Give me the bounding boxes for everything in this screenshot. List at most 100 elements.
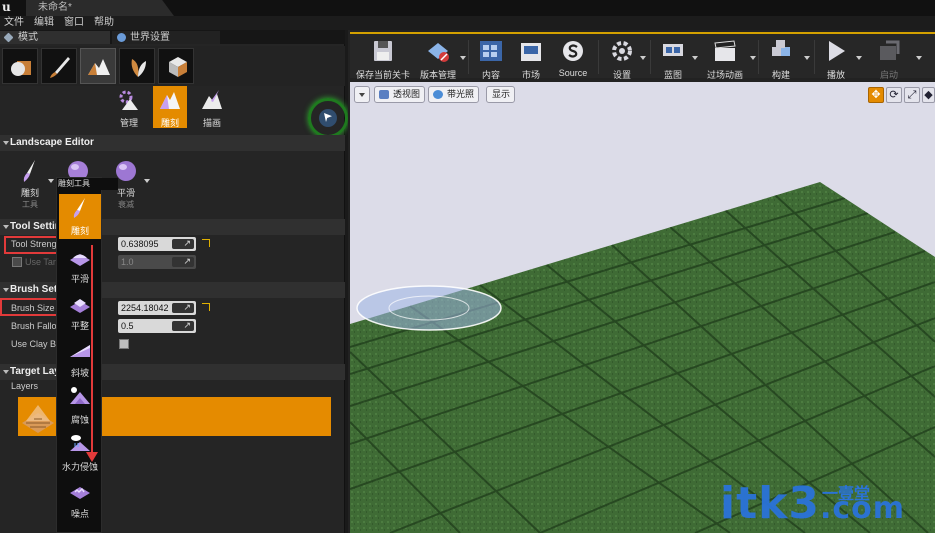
drag-handle-icon[interactable] [172, 300, 194, 314]
perspective-label: 透视图 [393, 89, 421, 99]
dropdown-item-erosion[interactable]: 腐蚀 [59, 383, 101, 428]
brush-falloff-input[interactable]: 0.5 [118, 318, 196, 333]
paint-mode-button[interactable] [41, 48, 77, 84]
dropdown-item-sculpt[interactable]: 雕刻 [59, 194, 101, 239]
perspective-button[interactable]: 透视图 [374, 86, 426, 103]
reset-to-default-icon[interactable] [202, 303, 210, 311]
launch-button[interactable]: 启动 [870, 36, 908, 80]
drag-handle-icon[interactable] [172, 236, 194, 250]
paint-layer-mode-button[interactable]: 描画 [195, 86, 229, 128]
paint-mountain-icon [202, 90, 222, 109]
play-label: 播放 [826, 70, 845, 80]
menu-edit[interactable]: 编辑 [30, 16, 60, 30]
use-target-input[interactable]: 1.0 [118, 254, 196, 269]
place-mode-icon [11, 61, 31, 76]
build-button[interactable]: 构建 [762, 36, 800, 80]
scale-icon[interactable]: ⤢ [904, 87, 920, 103]
brush-size-input[interactable]: 2254.18042 [118, 300, 196, 315]
save-icon [374, 41, 392, 61]
use-clay-brush-checkbox[interactable] [119, 339, 129, 349]
brush-icon [50, 57, 70, 78]
place-mode-button[interactable] [2, 48, 38, 84]
source-control-button[interactable]: 版本管理 [416, 36, 460, 80]
dropdown-item-ramp[interactable]: 斜坡 [59, 336, 101, 381]
save-level-button[interactable]: 保存当前关卡 [354, 36, 412, 80]
blueprint-icon [663, 44, 683, 56]
tab-modes[interactable]: 模式 [0, 31, 110, 44]
cinematics-button[interactable]: 过场动画 [700, 36, 750, 80]
brush-size-value: 2254.18042 [121, 303, 169, 313]
sculpt-tool-dropdown: 雕刻工具 雕刻 平滑 平整 斜坡 腐蚀 水力侵蚀 噪点 [56, 177, 118, 533]
marketplace-button[interactable]: 市场 [514, 36, 548, 80]
marketplace-label: 市场 [521, 70, 540, 80]
noise-tool-icon [70, 487, 90, 499]
sculpt-mode-button[interactable]: 雕刻 [153, 86, 187, 128]
marketplace-icon [521, 43, 541, 61]
chevron-down-icon[interactable] [48, 179, 54, 183]
sculpt-brush-icon [73, 198, 85, 218]
tutorial-hint-button[interactable] [308, 98, 348, 138]
menu-window[interactable]: 窗口 [60, 16, 90, 30]
content-browser-icon [480, 41, 502, 61]
watermark-sub: 一壹堂 [822, 484, 871, 503]
toolbar-separator [758, 40, 759, 74]
brush-settings-header[interactable]: Brush Sett [0, 282, 345, 298]
rotate-icon[interactable]: ⟳ [886, 87, 902, 103]
sculpt-tool-button[interactable]: 雕刻 工具 [10, 159, 50, 210]
chevron-down-icon[interactable] [916, 56, 922, 60]
dropdown-item-flatten[interactable]: 平整 [59, 289, 101, 334]
landscape-editor-header[interactable]: Landscape Editor [0, 135, 345, 151]
manage-mode-button[interactable]: 管理 [112, 86, 146, 128]
watermark-main: itk3 [720, 478, 820, 529]
launch-icon [880, 40, 900, 60]
level-tab[interactable]: 未命名* [26, 0, 174, 16]
world-local-icon[interactable]: ◆ [922, 87, 935, 103]
chevron-down-icon[interactable] [750, 56, 756, 60]
tool-settings-header[interactable]: Tool Settin [0, 219, 345, 235]
title-bar: u 未命名* [0, 0, 935, 16]
tool-strength-input[interactable]: 0.638095 [118, 236, 196, 251]
chevron-down-icon[interactable] [144, 179, 150, 183]
chevron-down-icon[interactable] [640, 56, 646, 60]
layers-subheader: Layers [0, 379, 345, 393]
level-viewport[interactable]: 透视图 带光照 显示 ✥ ⟳ ⤢ ◆ [350, 82, 935, 533]
geometry-mode-button[interactable] [158, 48, 194, 84]
foliage-mode-button[interactable] [119, 48, 155, 84]
landscape-mode-button[interactable] [80, 48, 116, 84]
translate-icon[interactable]: ✥ [868, 87, 884, 103]
dropdown-item-noise[interactable]: 噪点 [59, 477, 101, 522]
source-button[interactable]: Source [556, 36, 590, 78]
tool-strength-value: 0.638095 [121, 239, 159, 249]
drag-handle-icon[interactable] [172, 254, 194, 268]
tab-world-settings[interactable]: 世界设置 [112, 31, 220, 44]
sculpt-tool-sublabel: 工具 [22, 200, 38, 209]
content-button[interactable]: 内容 [474, 36, 508, 80]
geometry-icon [169, 57, 187, 77]
target-layers-header[interactable]: Target Lay [0, 364, 345, 380]
perspective-icon [379, 90, 389, 99]
show-label: 显示 [492, 89, 511, 99]
menu-help[interactable]: 帮助 [90, 16, 120, 30]
dropdown-item-smooth[interactable]: 平滑 [59, 242, 101, 287]
use-target-checkbox[interactable] [12, 257, 22, 267]
paint-layer-mode-label: 描画 [202, 118, 221, 128]
drag-handle-icon[interactable] [172, 318, 194, 332]
source-label: Source [558, 68, 588, 78]
settings-button[interactable]: 设置 [604, 36, 640, 80]
clapperboard-icon [714, 40, 736, 61]
build-label: 构建 [771, 70, 790, 80]
show-button[interactable]: 显示 [486, 86, 516, 103]
chevron-down-icon[interactable] [856, 56, 862, 60]
lit-mode-button[interactable]: 带光照 [428, 86, 480, 103]
chevron-down-icon[interactable] [460, 56, 466, 60]
source-control-icon [428, 43, 449, 62]
menu-file[interactable]: 文件 [0, 16, 30, 30]
reset-to-default-icon[interactable] [202, 239, 210, 247]
toolbar-separator [598, 40, 599, 74]
landscape-submode-row: 管理 雕刻 描画 [0, 86, 345, 130]
chevron-down-icon[interactable] [692, 56, 698, 60]
play-button[interactable]: 播放 [818, 36, 854, 80]
chevron-down-icon[interactable] [804, 56, 810, 60]
blueprints-button[interactable]: 蓝图 [654, 36, 692, 80]
viewport-options-button[interactable] [354, 86, 370, 103]
